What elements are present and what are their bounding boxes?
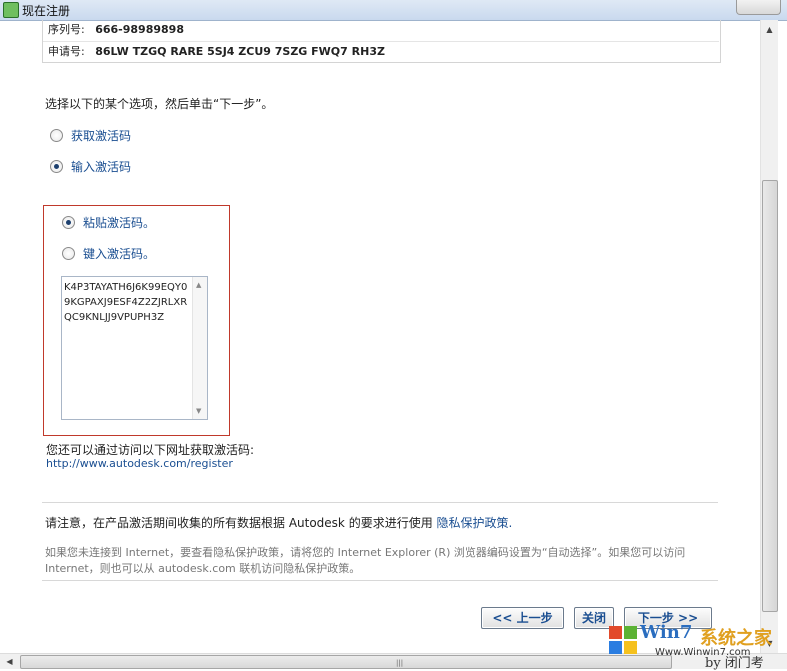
activation-code-textarea[interactable]: K4P3TAYATH6J6K99EQY09KGPAXJ9ESF4Z2ZJRLXR… <box>61 276 208 420</box>
radio-selected-icon[interactable] <box>62 216 75 229</box>
instruction-text: 选择以下的某个选项，然后单击“下一步”。 <box>45 97 274 111</box>
privacy-notice-text: 请注意，在产品激活期间收集的所有数据根据 Autodesk 的要求进行使用 <box>45 516 433 530</box>
radio-type-code[interactable]: 键入激活码。 <box>62 245 155 262</box>
request-value: 86LW TZGQ RARE 5SJ4 ZCU9 7SZG FWQ7 RH3Z <box>95 45 385 58</box>
alt-text: 您还可以通过访问以下网址获取激活码: <box>46 443 255 457</box>
scroll-up-icon[interactable]: ▲ <box>196 281 201 289</box>
watermark: Win7 系统之家 Www.Winwin7.com by 闭门考 <box>605 620 785 671</box>
activation-code-text[interactable]: K4P3TAYATH6J6K99EQY09KGPAXJ9ESF4Z2ZJRLXR… <box>64 280 188 325</box>
scroll-thumb[interactable] <box>762 180 778 612</box>
divider <box>42 502 718 503</box>
scroll-thumb[interactable]: ||| <box>20 655 672 669</box>
privacy-policy-link[interactable]: 隐私保护政策. <box>437 516 513 530</box>
scroll-down-icon[interactable]: ▼ <box>196 407 201 415</box>
close-icon[interactable] <box>736 0 781 15</box>
grip-icon: ||| <box>396 659 404 667</box>
window-title: 现在注册 <box>22 4 71 18</box>
title-bar: 现在注册 <box>0 0 787 21</box>
radio-selected-icon[interactable] <box>50 160 63 173</box>
divider <box>42 580 718 581</box>
radio-enter-code-label[interactable]: 输入激活码 <box>71 158 131 175</box>
radio-paste-code-label[interactable]: 粘贴激活码。 <box>83 214 155 231</box>
windows-logo-icon <box>609 626 637 654</box>
radio-type-code-label[interactable]: 键入激活码。 <box>83 245 155 262</box>
serial-row: 序列号: 666-98989898 <box>48 20 184 40</box>
privacy-notice: 请注意，在产品激活期间收集的所有数据根据 Autodesk 的要求进行使用 隐私… <box>45 514 512 531</box>
watermark-brand: Win7 <box>640 622 693 643</box>
scroll-left-icon[interactable]: ◀ <box>2 654 17 669</box>
register-link[interactable]: http://www.autodesk.com/register <box>46 457 233 470</box>
radio-button-icon[interactable] <box>50 129 63 142</box>
watermark-by: by 闭门考 <box>705 656 764 671</box>
vertical-scrollbar[interactable]: ▲ ▼ <box>760 20 778 653</box>
request-row: 申请号: 86LW TZGQ RARE 5SJ4 ZCU9 7SZG FWQ7 … <box>43 41 719 62</box>
back-button[interactable]: << 上一步 <box>481 607 564 629</box>
offline-privacy-text: 如果您未连接到 Internet，要查看隐私保护政策，请将您的 Internet… <box>45 546 686 575</box>
request-label: 申请号: <box>48 45 85 58</box>
info-box: 序列号: 666-98989898 申请号: 86LW TZGQ RARE 5S… <box>42 20 721 63</box>
radio-paste-code[interactable]: 粘贴激活码。 <box>62 214 155 231</box>
app-icon <box>3 2 19 18</box>
textarea-scrollbar[interactable]: ▲ ▼ <box>192 277 207 419</box>
radio-get-code[interactable]: 获取激活码 <box>50 127 131 144</box>
serial-value: 666-98989898 <box>95 23 184 36</box>
serial-label: 序列号: <box>48 23 85 36</box>
radio-button-icon[interactable] <box>62 247 75 260</box>
scroll-up-icon[interactable]: ▲ <box>762 22 777 37</box>
radio-enter-code[interactable]: 输入激活码 <box>50 158 131 175</box>
radio-get-code-label[interactable]: 获取激活码 <box>71 127 131 144</box>
